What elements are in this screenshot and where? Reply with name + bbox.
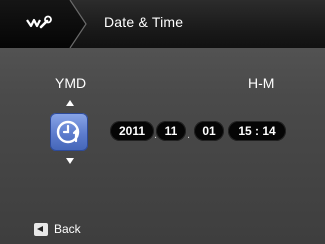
time-format-label[interactable]: H-M (248, 75, 274, 91)
back-button-label[interactable]: Back (54, 222, 81, 236)
chevron-down-icon[interactable] (66, 158, 74, 164)
date-separator: . (187, 129, 191, 141)
day-field[interactable]: 01 (194, 121, 224, 141)
year-field[interactable]: 2011 (110, 121, 154, 141)
chevron-up-icon[interactable] (66, 100, 74, 106)
back-arrow-icon[interactable] (34, 223, 48, 236)
timezone-button[interactable] (50, 113, 88, 151)
world-time-clock-icon (56, 120, 80, 144)
time-field[interactable]: 15 : 14 (228, 121, 286, 141)
month-field[interactable]: 11 (156, 121, 186, 141)
date-time-screen: Date & Time YMD H-M 2011 . 11 . 01 15 : … (0, 0, 325, 244)
date-format-label[interactable]: YMD (55, 75, 86, 91)
settings-wrench-icon (26, 15, 52, 29)
page-title: Date & Time (104, 14, 184, 30)
title-divider-chevron (69, 0, 87, 48)
title-bar: Date & Time (0, 0, 325, 48)
